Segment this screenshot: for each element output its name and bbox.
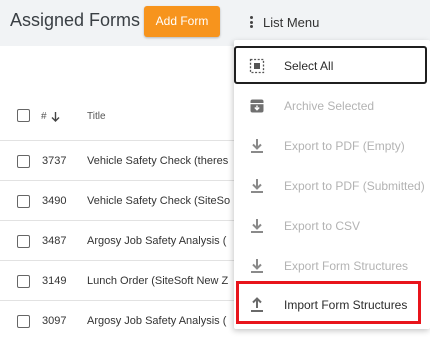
row-checkbox[interactable] (17, 155, 30, 168)
column-header-number[interactable]: # (41, 111, 60, 122)
menu-item-export-pdf-empty[interactable]: Export to PDF (Empty) (234, 126, 430, 166)
highlight-annotation (236, 281, 421, 324)
column-header-title[interactable]: Title (87, 111, 106, 122)
select-all-checkbox[interactable] (17, 109, 30, 122)
row-title[interactable]: Argosy Job Safety Analysis ( (87, 235, 237, 247)
row-number: 3097 (42, 315, 67, 327)
list-menu-label: List Menu (263, 14, 320, 30)
row-number: 3490 (42, 195, 67, 207)
row-title[interactable]: Vehicle Safety Check (theres (87, 155, 237, 167)
row-checkbox[interactable] (17, 195, 30, 208)
page-title: Assigned Forms (10, 10, 141, 30)
row-checkbox[interactable] (17, 235, 30, 248)
list-menu-button[interactable]: List Menu (250, 12, 319, 32)
row-checkbox[interactable] (17, 315, 30, 328)
row-title[interactable]: Vehicle Safety Check (SiteSo (87, 195, 237, 207)
menu-item-select-all[interactable]: Select All (234, 46, 430, 86)
download-icon (251, 259, 263, 273)
download-icon (251, 179, 263, 193)
list-menu-dropdown: Select All Archive Selected Export to PD… (234, 40, 430, 329)
row-number: 3487 (42, 235, 67, 247)
row-checkbox[interactable] (17, 275, 30, 288)
add-form-button[interactable]: Add Form (144, 6, 220, 37)
archive-icon (250, 99, 264, 113)
more-vertical-icon (250, 16, 254, 28)
row-title[interactable]: Lunch Order (SiteSoft New Z (87, 275, 237, 287)
menu-item-export-form-structures[interactable]: Export Form Structures (234, 246, 430, 286)
row-number: 3149 (42, 275, 67, 287)
menu-item-export-pdf-submitted[interactable]: Export to PDF (Submitted) (234, 166, 430, 206)
row-title[interactable]: Argosy Job Safety Analysis ( (87, 315, 237, 327)
menu-item-export-csv[interactable]: Export to CSV (234, 206, 430, 246)
download-icon (251, 139, 263, 153)
select-all-icon (249, 58, 265, 74)
menu-item-archive-selected[interactable]: Archive Selected (234, 86, 430, 126)
row-number: 3737 (42, 155, 67, 167)
download-icon (251, 219, 263, 233)
arrow-down-icon (51, 111, 60, 122)
